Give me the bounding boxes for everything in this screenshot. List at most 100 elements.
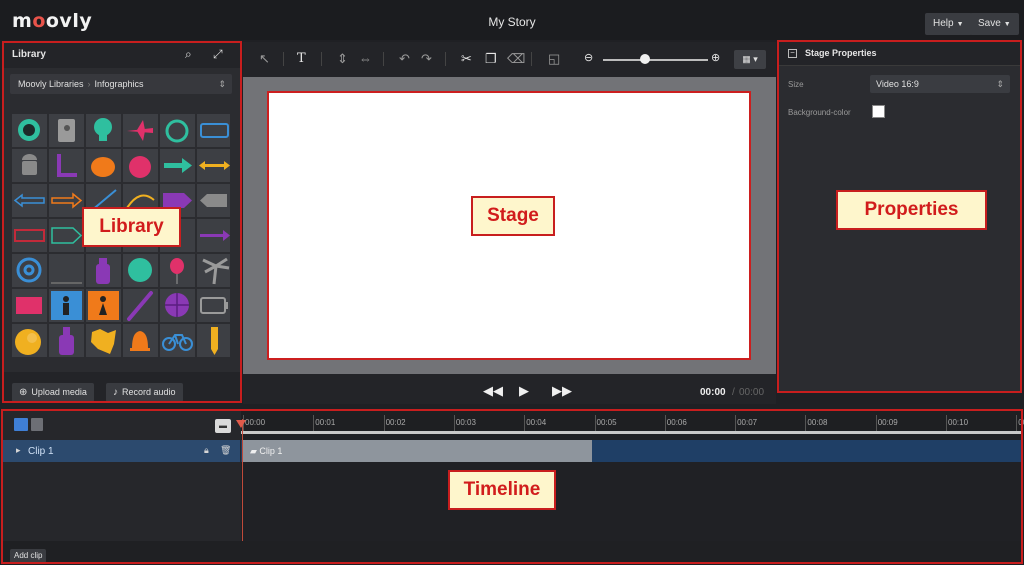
library-item[interactable]: [49, 254, 84, 287]
size-select[interactable]: Video 16:9 ⇕: [870, 75, 1010, 93]
select-pointer-icon[interactable]: ↖: [259, 51, 270, 67]
timeline-footer: Add clip: [2, 541, 1022, 564]
library-item[interactable]: [49, 114, 84, 147]
zoom-slider[interactable]: [603, 59, 708, 61]
bottle-icon: [96, 258, 110, 284]
zoom-in-icon[interactable]: ⊕: [711, 51, 720, 64]
ruler-tick-label: 00:01: [313, 415, 336, 431]
toolbar-divider: [283, 52, 284, 66]
library-item[interactable]: [12, 219, 47, 252]
balloon-icon: [170, 258, 184, 284]
breadcrumb-current: Infographics: [94, 79, 144, 89]
library-item[interactable]: [86, 149, 121, 182]
arrow-right-icon: [164, 158, 192, 173]
library-item[interactable]: [86, 254, 121, 287]
library-item[interactable]: [49, 289, 84, 322]
timeline-toggle-button[interactable]: ▬: [215, 419, 231, 433]
upload-media-button[interactable]: ⊕ Upload media: [12, 383, 94, 402]
library-item[interactable]: [197, 114, 230, 147]
library-item[interactable]: [160, 289, 195, 322]
library-item[interactable]: [86, 324, 121, 357]
fast-forward-icon[interactable]: ▶▶: [552, 383, 572, 399]
project-title[interactable]: My Story: [0, 15, 1024, 29]
layer-order-icon[interactable]: ◱: [548, 51, 560, 67]
grid-view-icon[interactable]: [31, 418, 43, 431]
redo-icon[interactable]: ↷: [421, 51, 432, 67]
expand-arrow-icon[interactable]: ▸: [16, 445, 21, 456]
library-item[interactable]: [12, 254, 47, 287]
collapse-icon[interactable]: −: [788, 49, 797, 58]
play-icon[interactable]: ▶: [519, 383, 529, 399]
save-button[interactable]: Save ▼: [970, 13, 1019, 35]
copy-icon[interactable]: ❐: [485, 51, 497, 67]
android-robot-icon: [22, 154, 37, 175]
library-item[interactable]: [123, 289, 158, 322]
zoom-slider-handle[interactable]: [640, 54, 650, 64]
bicycle-icon: [162, 334, 193, 351]
folder-icon: ▰: [250, 446, 260, 456]
clip-block[interactable]: ▰ Clip 1: [243, 440, 592, 462]
properties-header[interactable]: − Stage Properties: [778, 42, 1021, 66]
library-item[interactable]: [12, 289, 47, 322]
help-button[interactable]: Help ▼: [925, 13, 972, 35]
timeline-ruler[interactable]: 00:00 00:01 00:02 00:03 00:04 00:05 00:06 00:07…: [241, 410, 1024, 434]
library-item[interactable]: [160, 114, 195, 147]
library-item[interactable]: [197, 184, 230, 217]
rewind-icon[interactable]: ◀◀: [483, 383, 503, 399]
library-item[interactable]: [12, 324, 47, 357]
properties-title: Stage Properties: [805, 48, 877, 58]
library-item[interactable]: [49, 324, 84, 357]
clip-row[interactable]: ▸ Clip 1 🔒︎ 🗑︎: [2, 440, 240, 462]
library-item[interactable]: [160, 254, 195, 287]
library-item[interactable]: [12, 114, 47, 147]
playhead-marker[interactable]: [236, 420, 246, 428]
purple-arrow-icon: [200, 230, 230, 241]
library-item[interactable]: [160, 149, 195, 182]
record-audio-button[interactable]: ♪ Record audio: [106, 383, 183, 402]
library-item[interactable]: [197, 149, 230, 182]
library-item[interactable]: [49, 149, 84, 182]
background-color-label: Background-color: [788, 108, 851, 117]
undo-icon[interactable]: ↶: [399, 51, 410, 67]
library-item[interactable]: [12, 184, 47, 217]
library-item[interactable]: [197, 219, 230, 252]
library-item[interactable]: [197, 254, 230, 287]
library-item[interactable]: [86, 289, 121, 322]
clip-track[interactable]: ▰ Clip 1: [241, 440, 1022, 462]
library-item[interactable]: [197, 289, 230, 322]
align-horizontal-icon[interactable]: ⇔: [359, 51, 372, 66]
at-sign-icon: [16, 257, 42, 283]
ruler-tick-label: 00:08: [805, 415, 828, 431]
background-color-swatch[interactable]: [872, 105, 885, 118]
library-item[interactable]: [86, 114, 121, 147]
text-tool-icon[interactable]: T: [297, 51, 306, 66]
list-view-icon[interactable]: [14, 418, 28, 431]
align-vertical-icon[interactable]: ⇕: [337, 51, 348, 67]
expand-icon[interactable]: ⤢: [213, 47, 223, 62]
cut-icon[interactable]: ✂: [461, 51, 472, 67]
library-item[interactable]: [160, 324, 195, 357]
ruler-tick-label: 00:02: [383, 415, 406, 431]
library-item[interactable]: [197, 324, 230, 357]
layout-toggle-button[interactable]: ▦ ▾: [734, 50, 766, 69]
lock-icon[interactable]: 🔒︎: [204, 445, 209, 456]
library-item[interactable]: [123, 149, 158, 182]
add-clip-button[interactable]: Add clip: [10, 549, 47, 563]
library-item[interactable]: [123, 114, 158, 147]
library-category-select[interactable]: Moovly Libraries › Infographics ⇕: [10, 74, 232, 94]
search-icon[interactable]: ⌕: [185, 47, 192, 62]
stage-callout: Stage: [471, 196, 555, 236]
library-item[interactable]: [12, 149, 47, 182]
basketball-icon: [165, 293, 189, 317]
library-item[interactable]: [49, 219, 84, 252]
zoom-out-icon[interactable]: ⊖: [584, 51, 593, 64]
playhead[interactable]: [242, 419, 243, 541]
trash-icon[interactable]: 🗑︎: [220, 445, 231, 456]
library-item[interactable]: [49, 184, 84, 217]
delete-icon[interactable]: ⌫: [507, 51, 525, 67]
bottle-purple-icon: [59, 327, 74, 355]
clip-row-label: Clip 1: [28, 446, 54, 457]
library-item[interactable]: [123, 254, 158, 287]
upload-icon: ⊕: [19, 387, 28, 398]
library-item[interactable]: [123, 324, 158, 357]
